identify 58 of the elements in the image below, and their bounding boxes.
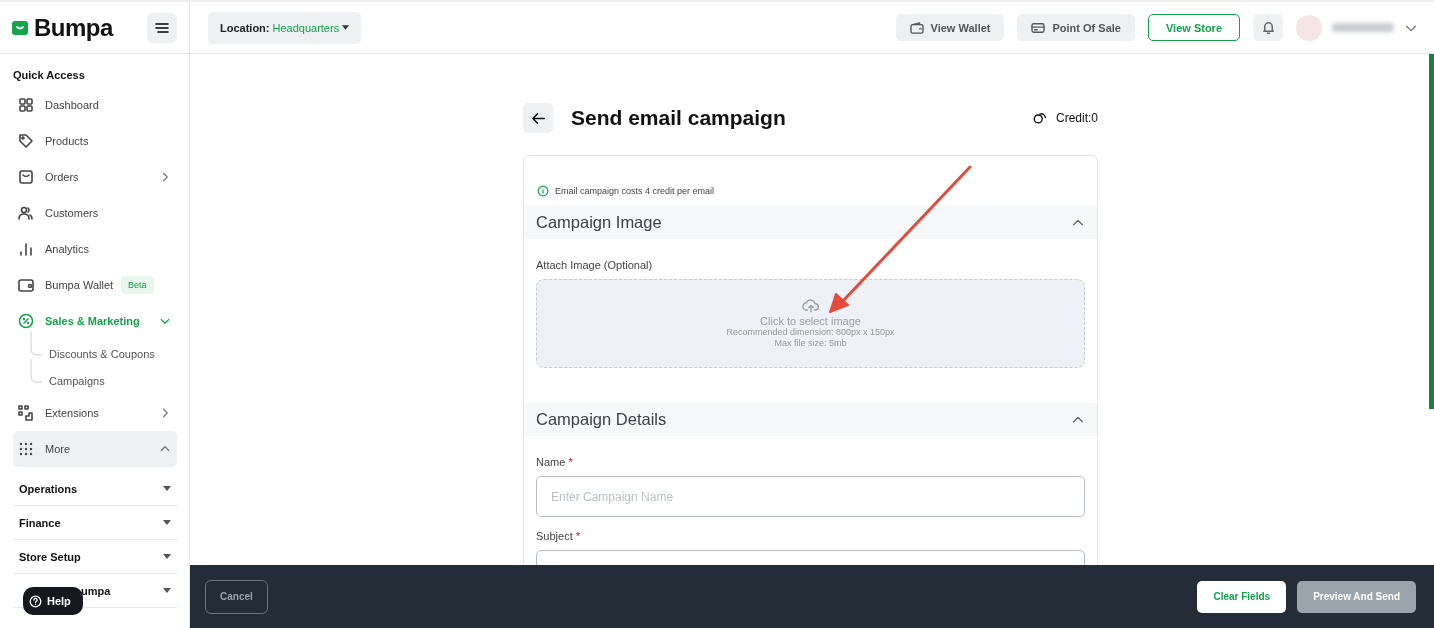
sidebar-item[interactable]: Products [13,123,177,159]
grid-icon [18,97,34,113]
users-icon [18,205,34,221]
section-title: Quick Access [13,69,86,81]
menu-button[interactable] [147,12,177,43]
help-icon [29,594,42,608]
bell-icon [1260,20,1276,35]
back-button[interactable] [523,103,553,133]
menu-group[interactable]: Finance [13,506,177,540]
wallet-icon [18,277,34,293]
field-label: Name * [536,456,574,468]
caret-down-icon [163,554,171,559]
arrow-left-icon [530,110,546,126]
section-header[interactable]: Campaign Image [524,206,1097,239]
blocks-icon [18,405,34,421]
blurred-user-name [1332,23,1394,32]
percent-icon [18,313,34,329]
sidebar-item[interactable]: Orders [13,159,177,195]
submenu-item[interactable]: Campaigns [49,375,105,388]
menu-group[interactable]: Operations [13,472,177,506]
submenu-item[interactable]: Discounts & Coupons [49,348,155,361]
tree-connector [30,359,42,383]
location-selector[interactable]: Location: Headquarters [208,11,362,44]
credit-balance: Credit:0 [1055,111,1098,125]
cloud-upload-icon [801,298,820,313]
sidebar-item[interactable]: Customers [13,195,177,231]
sidebar-item[interactable]: Bumpa Wallet Beta [13,267,177,303]
info-icon [537,184,549,197]
caret-down-icon [163,486,171,491]
text-field[interactable]: Enter Campaign Name [536,476,1085,517]
cancel-button[interactable]: Cancel [205,579,268,614]
tag-icon [18,133,34,149]
point-of-sale-button[interactable]: Point Of Sale [1017,14,1135,41]
sidebar-item[interactable]: Analytics [13,231,177,267]
card-icon [1031,21,1046,34]
tree-connector [30,332,42,356]
sidebar-item[interactable]: Dashboard [13,87,177,123]
wallet-icon [909,21,924,34]
notifications-button[interactable] [1253,14,1283,41]
view-wallet-button[interactable]: View Wallet [895,14,1005,41]
caret-icon [342,25,350,30]
sidebar-item[interactable]: More [13,431,177,467]
dots-grid-icon [18,441,34,457]
page-title: Send email campaign [571,106,786,130]
credit-notice: Email campaign costs 4 credit per email [555,185,715,196]
caret-down-icon [163,588,171,593]
beta-badge: Beta [121,276,154,294]
brand-name: Bumpa [34,13,113,42]
field-label: Attach Image (Optional) [536,259,654,271]
section-header[interactable]: Campaign Details [524,403,1097,436]
menu-group[interactable]: Store Setup [13,540,177,574]
bag-icon [18,169,34,185]
scrollbar[interactable] [1429,54,1434,409]
bar-chart-icon [18,241,34,257]
caret-down-icon [163,520,171,525]
logo-icon [12,20,28,35]
field-label: Subject * [536,530,582,542]
sidebar-item[interactable]: Extensions [13,395,177,431]
